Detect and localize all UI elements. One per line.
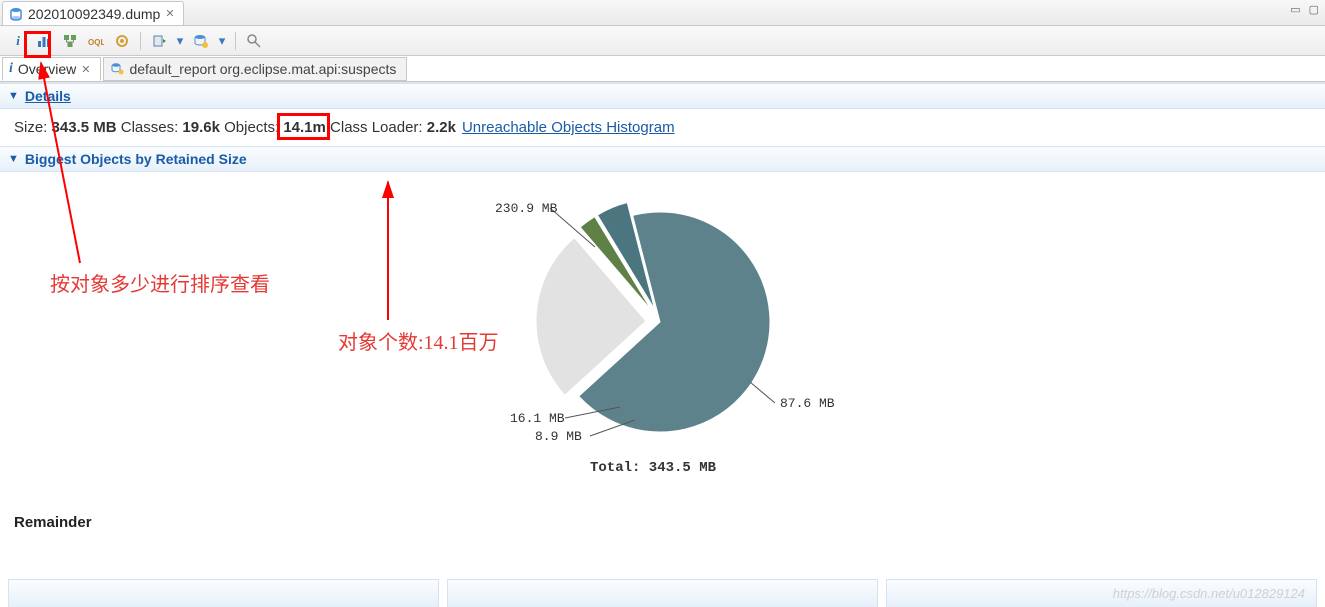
objects-label: Objects: (220, 119, 283, 136)
watermark-text: https://blog.csdn.net/u012829124 (1113, 586, 1305, 601)
close-icon[interactable]: ✕ (81, 63, 90, 76)
dropdown-arrow-icon[interactable]: ▾ (217, 31, 227, 51)
chart-total-label: Total: 343.5 MB (590, 460, 716, 476)
tab-label: default_report org.eclipse.mat.api:suspe… (129, 61, 396, 77)
collapse-icon: ▼ (8, 90, 19, 102)
svg-text:OQL: OQL (88, 38, 104, 47)
section-biggest-header[interactable]: ▼ Biggest Objects by Retained Size (0, 146, 1325, 172)
pie-chart-area: 230.9 MB 87.6 MB 8.9 MB 16.1 MB Total: 343.… (0, 172, 1325, 502)
toolbar: i OQL ▾ ▾ (0, 26, 1325, 56)
classloader-label: Class Loader: (326, 119, 427, 136)
svg-text:230.9 MB: 230.9 MB (495, 201, 558, 216)
info-icon[interactable]: i (8, 31, 28, 51)
thread-icon[interactable] (112, 31, 132, 51)
minimize-icon[interactable]: ▭ (1290, 3, 1300, 16)
editor-tab-title: 202010092349.dump (28, 6, 160, 22)
svg-text:87.6 MB: 87.6 MB (780, 396, 835, 411)
collapse-icon: ▼ (8, 153, 19, 165)
tab-label: Overview (18, 61, 76, 77)
run-report-icon[interactable] (149, 31, 169, 51)
unreachable-histogram-link[interactable]: Unreachable Objects Histogram (462, 119, 675, 136)
bottom-panel[interactable] (447, 579, 878, 607)
size-label: Size: (14, 119, 52, 136)
dominator-tree-icon[interactable] (60, 31, 80, 51)
tab-default-report[interactable]: default_report org.eclipse.mat.api:suspe… (103, 57, 407, 81)
svg-text:8.9 MB: 8.9 MB (535, 429, 582, 444)
tab-overview[interactable]: i Overview ✕ (2, 57, 101, 81)
objects-value: 14.1m (283, 119, 326, 136)
window-controls: ▭ ▢ (1290, 3, 1319, 16)
section-details-header[interactable]: ▼ Details (0, 83, 1325, 109)
editor-tab-dump[interactable]: 202010092349.dump ✕ (2, 1, 184, 25)
classloader-value: 2.2k (427, 119, 456, 136)
info-icon: i (9, 61, 13, 77)
section-title: Biggest Objects by Retained Size (25, 151, 247, 167)
classes-value: 19.6k (182, 119, 220, 136)
size-value: 343.5 MB (52, 119, 117, 136)
classes-label: Classes: (117, 119, 183, 136)
maximize-icon[interactable]: ▢ (1309, 3, 1319, 16)
remainder-label: Remainder (0, 502, 1325, 543)
svg-text:16.1 MB: 16.1 MB (510, 411, 565, 426)
close-icon[interactable]: ✕ (165, 7, 174, 20)
section-title: Details (25, 88, 71, 104)
editor-tabbar: 202010092349.dump ✕ ▭ ▢ (0, 0, 1325, 26)
pie-chart: 230.9 MB 87.6 MB 8.9 MB 16.1 MB (480, 172, 880, 482)
database-icon (9, 7, 23, 21)
toolbar-separator (140, 32, 141, 50)
oql-icon[interactable]: OQL (86, 31, 106, 51)
bottom-panel[interactable] (8, 579, 439, 607)
query-browser-icon[interactable] (191, 31, 211, 51)
overview-content: ▼ Details Size: 343.5 MB Classes: 19.6k … (0, 82, 1325, 607)
report-icon (110, 61, 124, 78)
histogram-icon[interactable] (34, 31, 54, 51)
toolbar-separator (235, 32, 236, 50)
sub-tabbar: i Overview ✕ default_report org.eclipse.… (0, 56, 1325, 82)
search-icon[interactable] (244, 31, 264, 51)
dropdown-arrow-icon[interactable]: ▾ (175, 31, 185, 51)
details-line: Size: 343.5 MB Classes: 19.6k Objects: 1… (0, 109, 1325, 146)
